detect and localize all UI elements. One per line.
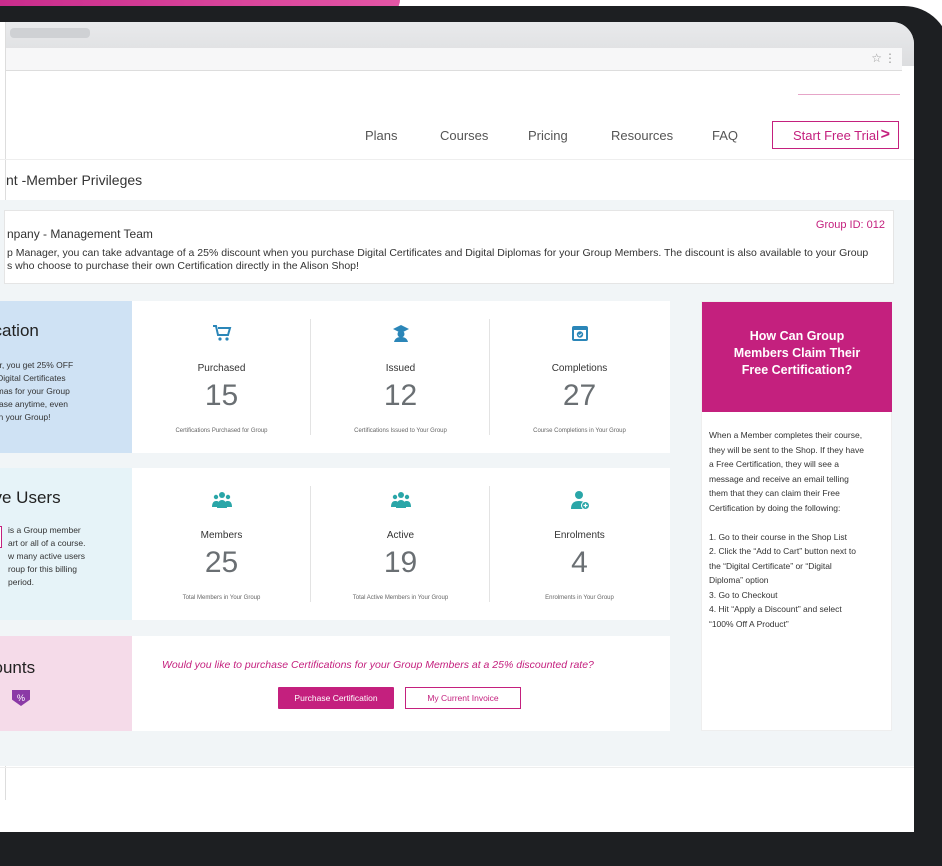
- group-description-line: s who choose to purchase their own Certi…: [7, 260, 359, 272]
- stat-label: Issued: [385, 363, 416, 374]
- claim-info-title: How Can Group Members Claim Their Free C…: [733, 329, 861, 377]
- discount-question: Would you like to purchase Certification…: [162, 659, 594, 671]
- stat-caption: Certifications Issued to Your Group: [354, 428, 447, 434]
- current-invoice-button[interactable]: My Current Invoice: [405, 687, 521, 709]
- text-line: Certification by doing the following:: [709, 502, 841, 513]
- stat-value: 27: [562, 379, 597, 412]
- text-line: e Digital Certificates: [0, 373, 66, 383]
- nav-pricing[interactable]: Pricing: [528, 128, 568, 143]
- active-users-panel: tive Users is a Group member art or all …: [0, 468, 132, 620]
- divider: [798, 94, 900, 95]
- text-line: Diploma” option: [709, 575, 769, 585]
- text-line: 3. Go to Checkout: [709, 589, 778, 600]
- trial-label: Start Free Trial: [793, 127, 879, 143]
- certification-title: fication: [0, 321, 39, 340]
- arrow-right-icon: >: [880, 126, 890, 143]
- stat-active: Active 19 Total Active Members in Your G…: [311, 468, 490, 620]
- text-line: the “Digital Certificate” or “Digital: [709, 560, 832, 571]
- start-free-trial-button[interactable]: Start Free Trial >: [772, 121, 899, 149]
- divider: [0, 767, 914, 768]
- nav-courses[interactable]: Courses: [440, 128, 488, 143]
- text-line: they will be sent to the Shop. If they h…: [709, 444, 864, 455]
- text-line: 2. Click the “Add to Cart” button next t…: [709, 546, 856, 556]
- stat-enrolments: Enrolments 4 Enrolments in Your Group: [490, 468, 669, 620]
- text-line: period.: [8, 577, 34, 587]
- device-frame: ☆ ⋮ Plans Courses Pricing Resources FAQ …: [0, 6, 942, 866]
- text-line: is a Group member: [8, 525, 81, 535]
- stat-label: Members: [200, 530, 243, 541]
- text-line: lomas for your Group: [0, 386, 70, 396]
- discounts-title: counts: [0, 658, 36, 677]
- text-line: join your Group!: [0, 412, 51, 422]
- text-line: “100% Off A Product”: [709, 618, 789, 629]
- cart-icon: [212, 325, 231, 341]
- nav-resources[interactable]: Resources: [611, 128, 673, 143]
- stat-value: 12: [383, 379, 418, 412]
- stat-purchased: Purchased 15 Certifications Purchased fo…: [132, 301, 311, 453]
- text-line: When a Member completes their course,: [709, 430, 863, 440]
- stat-value: 4: [571, 546, 588, 579]
- text-line: w many active users: [8, 551, 85, 561]
- discount-offer: Would you like to purchase Certification…: [132, 636, 670, 731]
- discounts-panel: counts %: [0, 636, 132, 731]
- graduate-icon: [392, 325, 409, 342]
- stat-caption: Total Members in Your Group: [182, 595, 261, 601]
- nav-faq[interactable]: FAQ: [712, 128, 738, 143]
- group-card: npany - Management Team Group ID: 012 p …: [4, 210, 894, 284]
- certification-panel: fication ger, you get 25% OFF e Digital …: [0, 301, 132, 453]
- member-stats: Members 25 Total Members in Your Group A…: [132, 468, 670, 620]
- main-content: npany - Management Team Group ID: 012 p …: [0, 200, 914, 766]
- certification-stats: Purchased 15 Certifications Purchased fo…: [132, 301, 670, 453]
- screen: ☆ ⋮ Plans Courses Pricing Resources FAQ …: [0, 22, 914, 832]
- text-line: art or all of a course.: [8, 538, 86, 548]
- text-line: chase anytime, even: [0, 399, 68, 409]
- user-add-icon: [570, 491, 590, 510]
- stat-caption: Total Active Members in Your Group: [352, 595, 449, 601]
- active-users-title: tive Users: [0, 488, 61, 507]
- stat-caption: Enrolments in Your Group: [545, 595, 614, 601]
- group-icon: [211, 492, 232, 508]
- group-icon: [390, 492, 411, 508]
- stat-value: 19: [383, 546, 418, 579]
- purchase-certification-button[interactable]: Purchase Certification: [278, 687, 394, 709]
- stat-completions: Completions 27 Course Completions in You…: [490, 301, 669, 453]
- nav-plans[interactable]: Plans: [365, 128, 398, 143]
- stat-issued: Issued 12 Certifications Issued to Your …: [311, 301, 490, 453]
- group-description: p Manager, you can take advantage of a 2…: [7, 247, 877, 273]
- group-description-line: p Manager, you can take advantage of a 2…: [7, 247, 869, 259]
- stat-label: Active: [386, 530, 415, 541]
- stat-label: Enrolments: [554, 530, 605, 541]
- text-line: 4. Hit “Apply a Discount” and select: [709, 604, 842, 614]
- claim-info-body: When a Member completes their course, th…: [709, 428, 885, 631]
- discount-tag-icon: %: [12, 690, 30, 706]
- text-line: roup for this billing: [8, 564, 77, 574]
- group-name: npany - Management Team: [7, 227, 153, 241]
- stat-caption: Course Completions in Your Group: [533, 428, 626, 434]
- title-bar: nt -Member Privileges: [0, 159, 914, 200]
- stat-label: Completions: [551, 363, 608, 374]
- active-users-field[interactable]: [0, 526, 2, 548]
- certification-text: ger, you get 25% OFF e Digital Certifica…: [0, 359, 128, 424]
- group-id: Group ID: 012: [815, 219, 885, 231]
- stat-members: Members 25 Total Members in Your Group: [132, 468, 311, 620]
- browser-tab[interactable]: [10, 28, 90, 38]
- stat-value: 25: [204, 546, 239, 579]
- stat-label: Purchased: [197, 363, 246, 374]
- bookmark-star-icon[interactable]: ☆: [871, 51, 882, 65]
- stat-value: 15: [204, 379, 239, 412]
- text-line: 1. Go to their course in the Shop List: [709, 531, 847, 542]
- url-bar[interactable]: ☆ ⋮: [0, 48, 902, 71]
- text-line: a Free Certification, they will see a: [709, 459, 839, 469]
- text-line: them that they can claim their Free: [709, 488, 840, 498]
- text-line: ger, you get 25% OFF: [0, 360, 74, 370]
- claim-info-panel: How Can Group Members Claim Their Free C…: [701, 301, 892, 731]
- page-title: nt -Member Privileges: [6, 172, 143, 188]
- calendar-check-icon: [571, 326, 588, 341]
- browser-menu-icon[interactable]: ⋮: [884, 51, 896, 65]
- stat-caption: Certifications Purchased for Group: [175, 428, 268, 434]
- active-users-text: is a Group member art or all of a course…: [8, 524, 128, 589]
- text-line: message and receive an email telling: [709, 473, 849, 484]
- claim-info-header: How Can Group Members Claim Their Free C…: [702, 302, 892, 412]
